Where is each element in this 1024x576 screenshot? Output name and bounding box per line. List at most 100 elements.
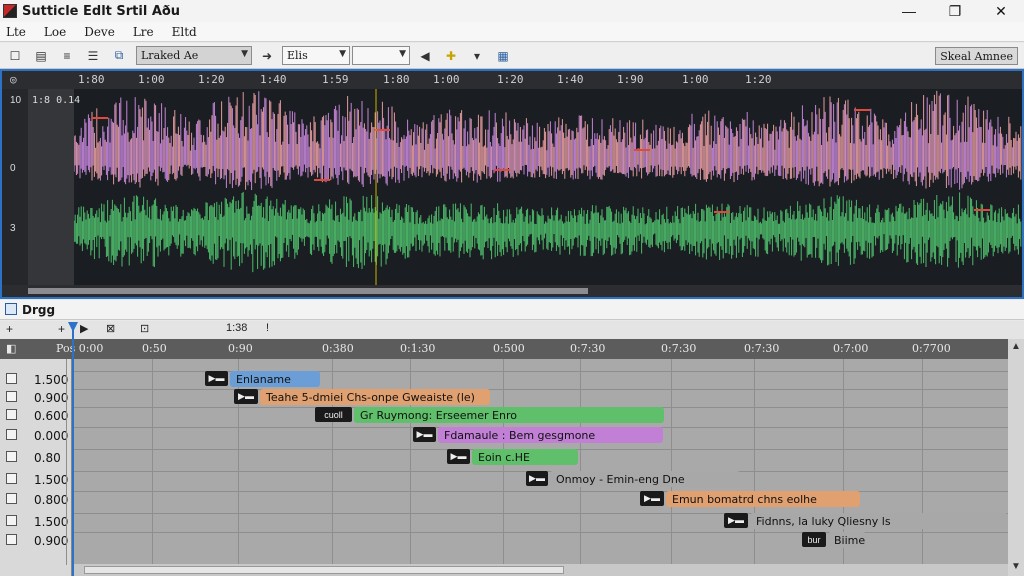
color-button[interactable]: ✚ (440, 46, 462, 66)
save-icon: ▤ (35, 48, 47, 63)
grid-vertical-scrollbar[interactable]: ▲ ▼ (1008, 339, 1024, 576)
close-button[interactable]: ✕ (978, 0, 1024, 22)
menu-bar: Lte Loe Deve Lre Eltd (0, 22, 1024, 42)
insert-line-button[interactable]: + (58, 322, 65, 336)
playhead[interactable] (72, 323, 74, 576)
ruler-tick-label: 1:20 (198, 73, 225, 86)
grid-ruler-label: 0:7:30 (661, 342, 697, 355)
position-readout: 1:38 (226, 322, 248, 334)
subtitle-segment[interactable]: Teahe 5-dmiei Chs-onpe Gweaiste (le) (260, 389, 490, 405)
grid-corner-icon[interactable]: ◧ (6, 342, 16, 355)
waveform-panel[interactable]: 1:80 1:00 1:20 1:40 1:59 1:80 1:00 1:20 1:40 1:90… (0, 69, 1024, 299)
waveform-marker (634, 149, 650, 151)
row-checkbox[interactable] (6, 493, 17, 504)
subtitle-segment[interactable]: Eoin c.HE (472, 449, 578, 465)
marker-label: ! (266, 322, 270, 334)
ruler-tick-label: 1:00 (138, 73, 165, 86)
segment-badge[interactable]: ▶▬ (205, 371, 228, 386)
row-checkbox[interactable] (6, 534, 17, 545)
segment-badge[interactable]: ▶▬ (413, 427, 436, 442)
grid-line (66, 359, 67, 565)
subtitle-segment[interactable]: Biimel (828, 532, 866, 548)
maximize-button[interactable]: ❐ (932, 0, 978, 22)
style-combo[interactable]: Elis ▼ (282, 46, 350, 65)
new-file-button[interactable]: ☐ (4, 46, 26, 66)
triangle-left-icon: ◀ (420, 48, 430, 63)
grid-ruler[interactable]: Pos 0:00 0:50 0:90 0:380 0:1:30 0:500 0:7:30 0:… (0, 339, 1008, 359)
new-file-icon: ☐ (9, 48, 21, 63)
segment-badge[interactable]: ▶▬ (526, 471, 548, 486)
row-checkbox[interactable] (6, 409, 17, 420)
ruler-tick-label: 1:20 (745, 73, 772, 86)
grid-button[interactable]: ▦ (492, 46, 514, 66)
size-combo[interactable]: ▼ (352, 46, 410, 65)
waveform-canvas[interactable] (74, 89, 1022, 285)
subtitle-segment[interactable]: Emun bomatrd chns eolhe (666, 491, 860, 507)
arrow-right-button[interactable]: ➜ (256, 46, 278, 66)
segment-badge[interactable]: ▶▬ (640, 491, 664, 506)
previous-button[interactable]: ◀ (414, 46, 436, 66)
row-checkbox[interactable] (6, 473, 17, 484)
waveform-scrollbar[interactable] (2, 285, 1022, 297)
ruler-target-icon[interactable]: ◎ (10, 73, 17, 86)
row-checkbox[interactable] (6, 451, 17, 462)
title-bar: Sutticle Edlt Srtil Aðu — ❐ ✕ (0, 0, 1024, 22)
scroll-up-icon[interactable]: ▲ (1011, 341, 1021, 352)
copy-button[interactable]: ⧉ (108, 46, 130, 66)
ruler-tick-label: 1:90 (617, 73, 644, 86)
spectrogram-button[interactable]: Skeal Amnee (935, 47, 1018, 65)
segment-badge[interactable]: ▶▬ (724, 513, 748, 528)
menu-help[interactable]: Eltd (172, 25, 197, 39)
scroll-down-icon[interactable]: ▼ (1011, 561, 1021, 572)
row-duration: 0.000 (34, 429, 69, 443)
zoom-out-icon[interactable]: ⊠ (106, 322, 115, 335)
list-toolbar: + + ▶ ⊠ ⊡ 1:38 ! (0, 321, 1024, 339)
subtitle-grid[interactable]: Pos 0:00 0:50 0:90 0:380 0:1:30 0:500 0:7:30 0:… (0, 339, 1024, 576)
font-combo[interactable]: Lraked Ae ▼ (136, 46, 252, 65)
more-button[interactable]: ▾ (466, 46, 488, 66)
row-checkbox[interactable] (6, 515, 17, 526)
zoom-in-icon[interactable]: ⊡ (140, 322, 149, 335)
copy-icon: ⧉ (114, 48, 124, 62)
minimize-button[interactable]: — (886, 0, 932, 22)
menu-file[interactable]: Lte (6, 25, 26, 39)
add-line-button[interactable]: + (6, 322, 13, 336)
list-button[interactable]: ☰ (82, 46, 104, 66)
subtitle-segment[interactable]: Fidnns, la luky Qliesny ls (750, 513, 1008, 529)
segment-badge[interactable]: cuoll (315, 407, 352, 422)
save-button[interactable]: ▤ (30, 46, 52, 66)
row-checkbox[interactable] (6, 429, 17, 440)
segment-badge[interactable]: bur (802, 532, 826, 547)
segment-badge[interactable]: ▶▬ (447, 449, 470, 464)
grid-line (72, 532, 1008, 533)
amplitude-label: 10 (10, 95, 22, 106)
grid-scrollbar-thumb[interactable] (84, 566, 564, 574)
segment-badge[interactable]: ▶▬ (234, 389, 258, 404)
waveform-marker (974, 209, 990, 211)
subtitle-segment[interactable]: Fdamaule : Bem gesgmone (438, 427, 663, 443)
track-area[interactable]: ▶▬ Enlaname ▶▬ Teahe 5-dmiei Chs-onpe Gweai… (66, 359, 1008, 569)
row-duration: 1.500 (34, 373, 69, 387)
menu-view[interactable]: Deve (84, 25, 115, 39)
waveform-scrollbar-thumb[interactable] (28, 288, 588, 294)
row-header-column: 1.500 0.900 0.600 0.000 0.80 1.500 0.800 1.500 0… (0, 359, 72, 576)
subtitle-segment[interactable]: Enlaname (230, 371, 320, 387)
style-combo-value: Elis (287, 49, 308, 62)
list-icon: ☰ (87, 48, 99, 63)
waveform-ruler[interactable]: 1:80 1:00 1:20 1:40 1:59 1:80 1:00 1:20 1:40 1:90… (2, 71, 1022, 89)
waveform-marker (854, 109, 870, 111)
grid-horizontal-scrollbar[interactable] (72, 564, 1008, 576)
play-icon[interactable]: ▶ (80, 322, 88, 335)
row-checkbox[interactable] (6, 391, 17, 402)
chevron-down-icon: ▼ (399, 49, 406, 59)
row-checkbox[interactable] (6, 373, 17, 384)
subtitle-segment[interactable]: Gr Ruymong: Erseemer Enro (354, 407, 664, 423)
menu-edit[interactable]: Loe (44, 25, 66, 39)
stack-button[interactable]: ≡ (56, 46, 78, 66)
list-panel-title: Drgg (22, 302, 56, 317)
subtitle-segment[interactable]: Onmoy - Emin-eng Dne (550, 471, 740, 487)
stack-icon: ≡ (63, 48, 71, 63)
menu-tools[interactable]: Lre (133, 25, 154, 39)
waveform-marker (494, 169, 510, 171)
grid-ruler-label: Pos 0:00 (56, 342, 104, 355)
